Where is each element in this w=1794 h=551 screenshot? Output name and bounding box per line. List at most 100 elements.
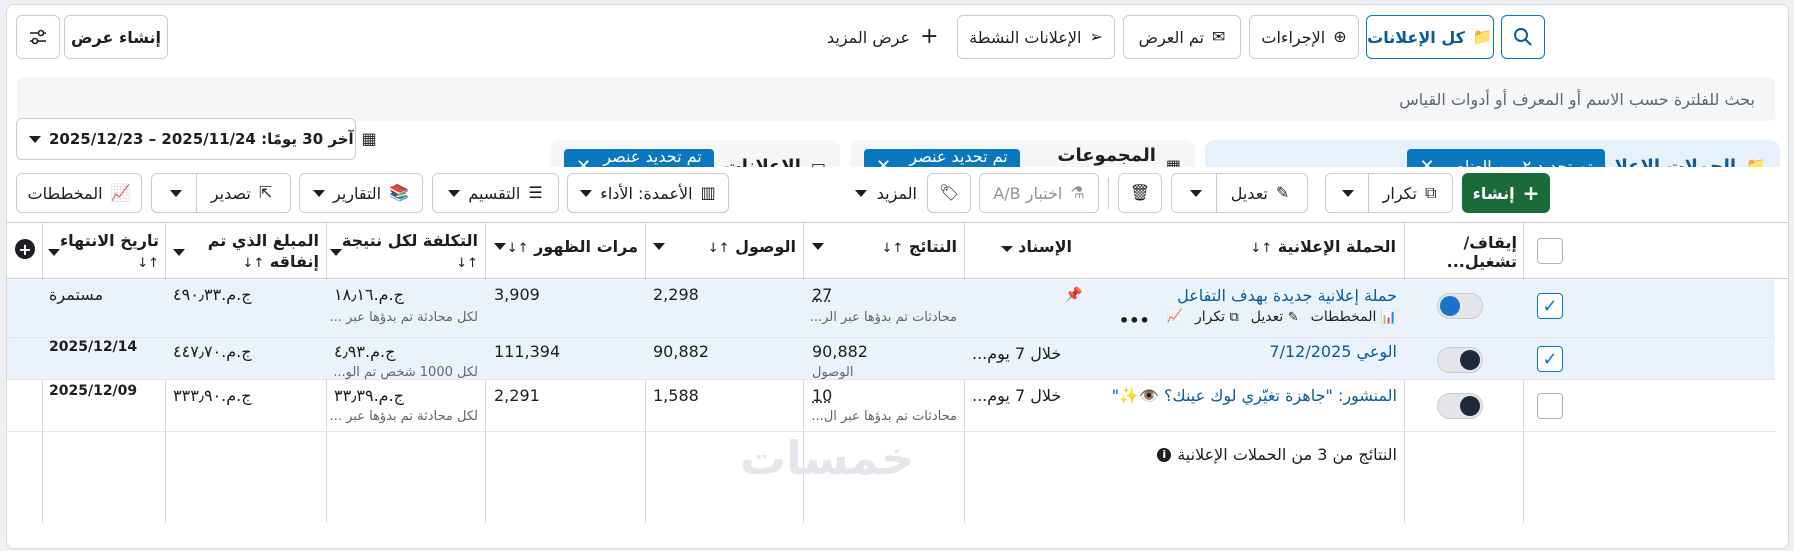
header-results[interactable]: النتائج ↑↓: [812, 237, 957, 256]
header-reach[interactable]: الوصول ↑↓: [653, 237, 796, 256]
viewed-button[interactable]: ✉ تم العرض: [1123, 15, 1241, 59]
trash-icon: 🗑: [1129, 183, 1151, 202]
search-button[interactable]: [1501, 15, 1545, 59]
columns-icon: ▥: [700, 183, 716, 202]
row-checkbox[interactable]: ✓: [1537, 346, 1563, 372]
campaign-name-link[interactable]: الوعي 7/12/2025: [1167, 342, 1397, 361]
date-range-picker[interactable]: آخر 30 يومًا: 2025/11/24 – 2025/12/23 ▦: [16, 118, 377, 160]
create-button[interactable]: + إنشاء: [1462, 173, 1550, 213]
chevron-down-icon[interactable]: [169, 189, 182, 197]
charts-button[interactable]: 📈 المخططات: [16, 173, 142, 213]
reach-value: 2,298: [653, 285, 699, 304]
external-link-icon: ⇱: [258, 183, 273, 202]
campaign-name-link[interactable]: حملة إعلانية جديدة بهدف التفاعل: [1067, 286, 1397, 305]
tag-icon: 🏷: [938, 183, 960, 202]
sort-icon: ↑↓: [137, 255, 159, 271]
duplicate-button[interactable]: ⧉ تكرار: [1325, 173, 1453, 213]
flask-icon: ⚗: [1070, 183, 1085, 202]
impressions-value: 111,394: [494, 342, 561, 361]
search-icon: [1514, 28, 1532, 46]
pin-icon[interactable]: 📌: [1065, 287, 1082, 303]
actions-button[interactable]: ⊕ الإجراءات: [1249, 15, 1359, 59]
select-all-checkbox[interactable]: [1537, 238, 1563, 264]
row-quick-actions: 📊 المخططات ✎ تعديل ⧉ تكرار 📈: [1122, 309, 1397, 325]
create-label: إنشاء: [1472, 183, 1515, 203]
export-button[interactable]: ⇱ تصدير: [151, 173, 291, 213]
sort-icon: ↑↓: [506, 241, 529, 256]
charts-label: المخططات: [27, 183, 103, 203]
columns-dropdown[interactable]: ▥ الأعمدة: الأداء: [567, 173, 729, 213]
duplicate-label: تكرار: [1382, 183, 1417, 203]
info-icon[interactable]: i: [1157, 447, 1172, 462]
edit-button[interactable]: ✎ تعديل: [1171, 173, 1308, 213]
row-edit-action[interactable]: ✎ تعديل: [1251, 309, 1299, 325]
tag-button[interactable]: 🏷: [927, 173, 971, 213]
chevron-down-icon: [329, 249, 342, 256]
header-results-label: النتائج: [908, 237, 957, 256]
results-value: 90,882 الوصول: [812, 342, 868, 380]
sliders-icon: [30, 29, 46, 45]
breakdown-icon: ☰: [528, 183, 543, 202]
all-ads-button[interactable]: 📁 كل الإعلانات: [1366, 15, 1494, 59]
campaign-toggle[interactable]: [1437, 393, 1483, 419]
create-view-button[interactable]: إنشاء عرض: [64, 15, 168, 59]
folder-icon: 📁: [1472, 27, 1493, 46]
export-label: تصدير: [210, 183, 251, 203]
row-checkbox[interactable]: [1537, 393, 1563, 419]
campaign-name-link[interactable]: المنشور: "جاهزة تغيّري لوك عينك؟ 👁️✨": [1107, 386, 1397, 405]
edit-label: تعديل: [1230, 183, 1268, 203]
more-options-icon[interactable]: •••: [1119, 311, 1150, 330]
row-checkbox[interactable]: ✓: [1537, 293, 1563, 319]
header-impressions[interactable]: مرات الظهور ↑↓: [494, 237, 638, 256]
reports-label: التقارير: [332, 183, 382, 203]
campaign-toggle[interactable]: [1437, 293, 1483, 319]
filter-settings-button[interactable]: [16, 15, 60, 59]
cost-value: ج.م.٣٣٫٣٩ لكل محادثة تم بدؤها عبر ...: [329, 386, 478, 424]
breakdown-dropdown[interactable]: ☰ التقسيم: [432, 173, 559, 213]
header-amount-spent[interactable]: المبلغ الذي تم إنفاقه ↑↓: [173, 231, 319, 273]
header-spent-label: المبلغ الذي تم إنفاقه: [207, 231, 319, 271]
sort-icon: ↑↓: [707, 241, 730, 256]
header-campaign[interactable]: الحملة الإعلانية ↑↓: [1250, 237, 1396, 256]
campaign-toggle[interactable]: [1437, 347, 1483, 373]
chevron-down-icon: [312, 189, 325, 197]
chevron-down-icon[interactable]: [1341, 189, 1354, 197]
sort-icon: ↑↓: [456, 255, 478, 271]
row-trend-icon[interactable]: 📈: [1167, 309, 1183, 325]
spent-value: ج.م.٤٤٧٫٧٠: [173, 342, 252, 361]
copy-icon: ⧉: [1229, 310, 1239, 325]
attribution-value: خلال 7 يوم...: [972, 386, 1062, 405]
header-end-date[interactable]: تاريخ الانتهاء ↑↓: [47, 231, 159, 273]
divider: [1108, 177, 1109, 209]
chevron-down-icon: [47, 249, 60, 256]
date-range-label: آخر 30 يومًا: 2025/11/24 – 2025/12/23: [49, 130, 354, 148]
active-ads-button[interactable]: ➢ الإعلانات النشطة: [957, 15, 1115, 59]
row-duplicate-action[interactable]: ⧉ تكرار: [1195, 309, 1239, 325]
end-date-value: 2025/12/14: [49, 339, 138, 355]
calendar-grid-icon: ▦: [361, 129, 377, 148]
header-attribution[interactable]: الإسناد: [972, 237, 1072, 256]
row-charts-action[interactable]: 📊 المخططات: [1311, 309, 1397, 325]
actions-label: الإجراءات: [1261, 27, 1326, 47]
show-more-button[interactable]: + عرض المزيد: [827, 15, 939, 59]
sort-icon: ↑↓: [242, 255, 265, 271]
results-value: 27 محادثات تم بدؤها عبر الر...: [809, 285, 957, 325]
end-date-value: مستمرة: [49, 285, 104, 304]
results-value: 10 محادثات تم بدؤها عبر ال...: [811, 386, 957, 424]
search-filter-input[interactable]: بحث للفلترة حسب الاسم أو المعرف أو أدوات…: [17, 77, 1775, 121]
add-column-icon[interactable]: +: [15, 239, 35, 259]
more-dropdown[interactable]: المزيد: [837, 173, 917, 213]
header-cost-per-result[interactable]: التكلفة لكل نتيجة ↑↓: [329, 231, 478, 273]
reports-dropdown[interactable]: 📚 التقارير: [299, 173, 423, 213]
viewed-label: تم العرض: [1138, 27, 1204, 47]
delete-button[interactable]: 🗑: [1118, 173, 1162, 213]
plus-icon: +: [1522, 181, 1540, 205]
more-label: المزيد: [876, 183, 917, 203]
cost-value: ج.م.٤٫٩٣ لكل 1000 شخص تم الو...: [333, 342, 478, 380]
chevron-down-icon: [29, 135, 41, 143]
pencil-icon: ✎: [1275, 183, 1290, 202]
reports-icon: 📚: [389, 183, 410, 202]
results-summary: النتائج من 3 من الحملات الإعلانية i: [1157, 445, 1397, 464]
chevron-down-icon: [448, 189, 461, 197]
chevron-down-icon[interactable]: [1189, 189, 1202, 197]
